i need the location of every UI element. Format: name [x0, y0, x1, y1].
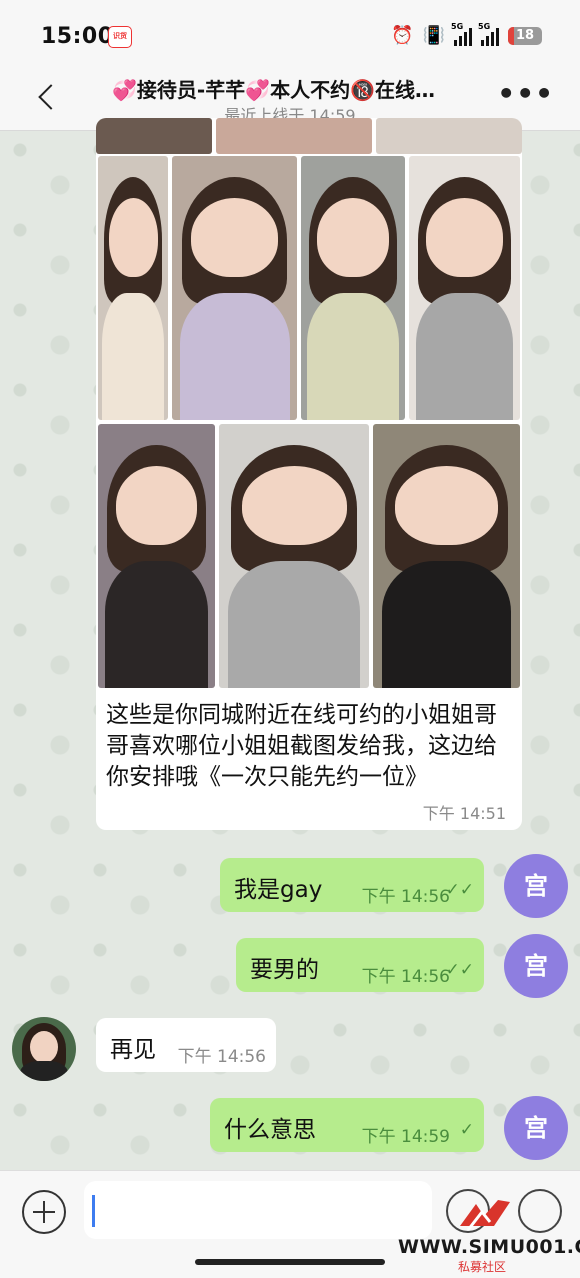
photo-thumbnail[interactable]: [98, 424, 215, 688]
status-time: 15:00: [41, 24, 114, 49]
photo-thumbnail[interactable]: [373, 424, 520, 688]
message-text: 这些是你同城附近在线可约的小姐姐哥哥喜欢哪位小姐姐截图发给我，这边给你安排哦《一…: [106, 702, 497, 790]
received-message-bubble[interactable]: 再见 下午 14:56: [96, 1018, 276, 1072]
message-time: 下午 14:56: [361, 967, 450, 987]
plus-circle-icon[interactable]: [22, 1190, 66, 1234]
text-caret: [92, 1195, 95, 1227]
photo-thumbnail[interactable]: [301, 156, 405, 420]
user-avatar[interactable]: 宫: [504, 934, 568, 998]
alarm-icon: ⏰: [391, 25, 414, 46]
message-text: 什么意思: [224, 1117, 316, 1143]
chat-title[interactable]: 💞接待员-芊芊💞本人不约🔞在线…: [112, 74, 472, 103]
read-check-icon: ✓✓: [445, 960, 475, 980]
simu-logo-icon: [460, 1200, 510, 1231]
sent-message-bubble[interactable]: 什么意思 下午 14:59 ✓: [210, 1098, 484, 1152]
message-time: 下午 14:59: [361, 1127, 450, 1147]
photo-message-bubble[interactable]: 这些是你同城附近在线可约的小姐姐哥哥喜欢哪位小姐姐截图发给我，这边给你安排哦《一…: [96, 118, 522, 830]
message-text: 再见: [110, 1037, 156, 1063]
more-dots-icon[interactable]: •••: [497, 80, 554, 108]
app-badge-icon: 识货: [108, 26, 132, 48]
sent-message-bubble[interactable]: 我是gay 下午 14:56 ✓✓: [220, 858, 484, 912]
message-time: 下午 14:56: [361, 887, 450, 907]
photo-thumbnail[interactable]: [409, 156, 520, 420]
vibrate-icon: 📳: [422, 25, 445, 46]
user-avatar[interactable]: 宫: [504, 854, 568, 918]
message-time: 下午 14:56: [177, 1047, 266, 1067]
photo-thumbnail[interactable]: [219, 424, 369, 688]
photo-thumbnail[interactable]: [376, 118, 522, 154]
photo-thumbnail[interactable]: [96, 118, 212, 154]
signal-icon: 5G: [451, 22, 472, 46]
contact-avatar[interactable]: [12, 1017, 76, 1081]
watermark-url: WWW.SIMU001.CN: [398, 1236, 580, 1258]
message-time: 下午 14:51: [422, 804, 506, 823]
message-text: 要男的: [250, 957, 319, 983]
photo-thumbnail[interactable]: [98, 156, 168, 420]
photo-thumbnail[interactable]: [172, 156, 297, 420]
watermark-subtitle: 私募社区: [458, 1260, 507, 1274]
home-indicator: [195, 1259, 385, 1265]
watermark: WWW.SIMU001.CN 私募社区: [398, 1196, 580, 1276]
sent-message-bubble[interactable]: 要男的 下午 14:56 ✓✓: [236, 938, 484, 992]
status-bar: 15:00 识货 ⏰ 📳 5G 5G 18: [0, 0, 580, 70]
message-text: 我是gay: [234, 877, 323, 903]
battery-icon: 18: [508, 27, 542, 45]
read-check-icon: ✓: [459, 1120, 474, 1140]
status-icons: ⏰ 📳 5G 5G 18: [391, 22, 542, 47]
message-input[interactable]: [84, 1181, 432, 1239]
photo-thumbnail[interactable]: [216, 118, 372, 154]
signal-icon: 5G: [478, 22, 499, 46]
read-check-icon: ✓✓: [445, 880, 475, 900]
user-avatar[interactable]: 宫: [504, 1096, 568, 1160]
